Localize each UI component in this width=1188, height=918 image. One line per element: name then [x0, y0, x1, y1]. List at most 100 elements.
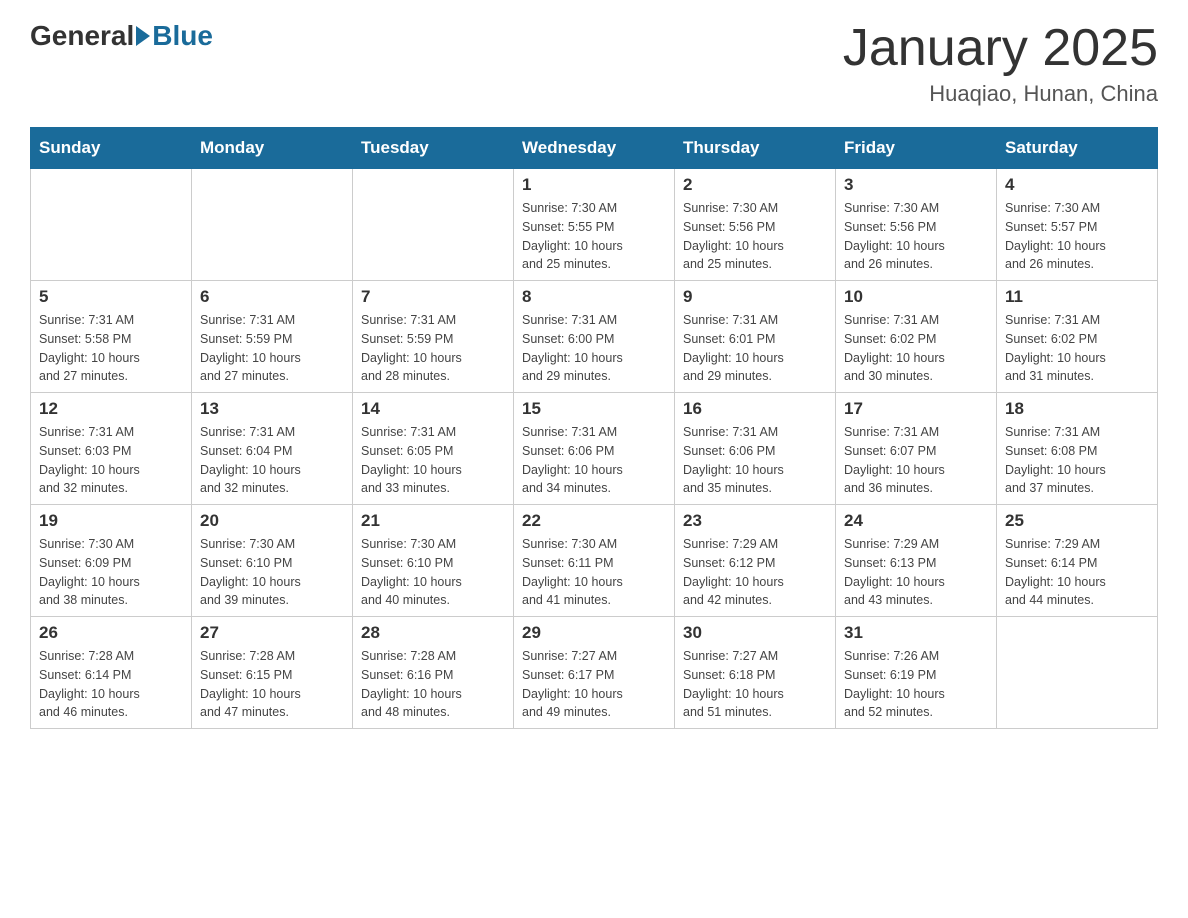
day-info: Sunrise: 7:31 AMSunset: 5:59 PMDaylight:…: [361, 311, 505, 386]
calendar-cell: 3 Sunrise: 7:30 AMSunset: 5:56 PMDaylight…: [836, 169, 997, 281]
calendar-cell: 9 Sunrise: 7:31 AMSunset: 6:01 PMDaylight…: [675, 281, 836, 393]
title-section: January 2025 Huaqiao, Hunan, China: [843, 20, 1158, 107]
week-row-2: 5 Sunrise: 7:31 AMSunset: 5:58 PMDaylight…: [31, 281, 1158, 393]
calendar-cell: 18 Sunrise: 7:31 AMSunset: 6:08 PMDayligh…: [997, 393, 1158, 505]
day-number: 6: [200, 287, 344, 307]
day-header-monday: Monday: [192, 128, 353, 169]
day-info: Sunrise: 7:31 AMSunset: 6:01 PMDaylight:…: [683, 311, 827, 386]
day-number: 17: [844, 399, 988, 419]
days-of-week-row: SundayMondayTuesdayWednesdayThursdayFrid…: [31, 128, 1158, 169]
day-number: 31: [844, 623, 988, 643]
calendar-cell: 19 Sunrise: 7:30 AMSunset: 6:09 PMDayligh…: [31, 505, 192, 617]
day-number: 19: [39, 511, 183, 531]
calendar-cell: 5 Sunrise: 7:31 AMSunset: 5:58 PMDaylight…: [31, 281, 192, 393]
day-number: 22: [522, 511, 666, 531]
calendar-cell: 31 Sunrise: 7:26 AMSunset: 6:19 PMDayligh…: [836, 617, 997, 729]
calendar-cell: 7 Sunrise: 7:31 AMSunset: 5:59 PMDaylight…: [353, 281, 514, 393]
calendar-cell: 17 Sunrise: 7:31 AMSunset: 6:07 PMDayligh…: [836, 393, 997, 505]
day-number: 18: [1005, 399, 1149, 419]
day-number: 3: [844, 175, 988, 195]
day-info: Sunrise: 7:29 AMSunset: 6:12 PMDaylight:…: [683, 535, 827, 610]
calendar-cell: 16 Sunrise: 7:31 AMSunset: 6:06 PMDayligh…: [675, 393, 836, 505]
day-info: Sunrise: 7:29 AMSunset: 6:13 PMDaylight:…: [844, 535, 988, 610]
day-info: Sunrise: 7:28 AMSunset: 6:16 PMDaylight:…: [361, 647, 505, 722]
day-number: 24: [844, 511, 988, 531]
day-number: 30: [683, 623, 827, 643]
day-info: Sunrise: 7:30 AMSunset: 5:56 PMDaylight:…: [683, 199, 827, 274]
calendar-cell: 12 Sunrise: 7:31 AMSunset: 6:03 PMDayligh…: [31, 393, 192, 505]
calendar-cell: 2Sunrise: 7:30 AMSunset: 5:56 PMDaylight…: [675, 169, 836, 281]
calendar-cell: 4Sunrise: 7:30 AMSunset: 5:57 PMDaylight…: [997, 169, 1158, 281]
location-title: Huaqiao, Hunan, China: [843, 81, 1158, 107]
day-number: 16: [683, 399, 827, 419]
week-row-1: 1Sunrise: 7:30 AMSunset: 5:55 PMDaylight…: [31, 169, 1158, 281]
day-info: Sunrise: 7:26 AMSunset: 6:19 PMDaylight:…: [844, 647, 988, 722]
logo-blue-text: Blue: [152, 20, 213, 52]
day-number: 26: [39, 623, 183, 643]
calendar-cell: 30 Sunrise: 7:27 AMSunset: 6:18 PMDayligh…: [675, 617, 836, 729]
calendar-cell: 14 Sunrise: 7:31 AMSunset: 6:05 PMDayligh…: [353, 393, 514, 505]
day-number: 25: [1005, 511, 1149, 531]
day-number: 11: [1005, 287, 1149, 307]
week-row-4: 19 Sunrise: 7:30 AMSunset: 6:09 PMDayligh…: [31, 505, 1158, 617]
calendar-cell: [192, 169, 353, 281]
calendar-cell: 22 Sunrise: 7:30 AMSunset: 6:11 PMDayligh…: [514, 505, 675, 617]
calendar-cell: 24 Sunrise: 7:29 AMSunset: 6:13 PMDayligh…: [836, 505, 997, 617]
day-number: 14: [361, 399, 505, 419]
day-number: 23: [683, 511, 827, 531]
day-header-wednesday: Wednesday: [514, 128, 675, 169]
calendar-cell: [997, 617, 1158, 729]
calendar-cell: 27Sunrise: 7:28 AMSunset: 6:15 PMDayligh…: [192, 617, 353, 729]
calendar-cell: 21Sunrise: 7:30 AMSunset: 6:10 PMDayligh…: [353, 505, 514, 617]
day-info: Sunrise: 7:30 AMSunset: 5:56 PMDaylight:…: [844, 199, 988, 274]
day-number: 12: [39, 399, 183, 419]
day-info: Sunrise: 7:28 AMSunset: 6:14 PMDaylight:…: [39, 647, 183, 722]
calendar-table: SundayMondayTuesdayWednesdayThursdayFrid…: [30, 127, 1158, 729]
day-info: Sunrise: 7:31 AMSunset: 6:05 PMDaylight:…: [361, 423, 505, 498]
page-header: General Blue January 2025 Huaqiao, Hunan…: [30, 20, 1158, 107]
day-info: Sunrise: 7:31 AMSunset: 6:06 PMDaylight:…: [683, 423, 827, 498]
day-info: Sunrise: 7:31 AMSunset: 6:07 PMDaylight:…: [844, 423, 988, 498]
calendar-cell: [353, 169, 514, 281]
day-header-tuesday: Tuesday: [353, 128, 514, 169]
day-number: 10: [844, 287, 988, 307]
day-info: Sunrise: 7:30 AMSunset: 6:09 PMDaylight:…: [39, 535, 183, 610]
calendar-cell: 13 Sunrise: 7:31 AMSunset: 6:04 PMDayligh…: [192, 393, 353, 505]
calendar-cell: 25Sunrise: 7:29 AMSunset: 6:14 PMDayligh…: [997, 505, 1158, 617]
week-row-5: 26 Sunrise: 7:28 AMSunset: 6:14 PMDayligh…: [31, 617, 1158, 729]
day-info: Sunrise: 7:31 AMSunset: 6:02 PMDaylight:…: [1005, 311, 1149, 386]
day-info: Sunrise: 7:30 AMSunset: 5:57 PMDaylight:…: [1005, 199, 1149, 274]
day-info: Sunrise: 7:30 AMSunset: 6:11 PMDaylight:…: [522, 535, 666, 610]
calendar-cell: [31, 169, 192, 281]
day-number: 20: [200, 511, 344, 531]
day-header-friday: Friday: [836, 128, 997, 169]
day-info: Sunrise: 7:31 AMSunset: 6:04 PMDaylight:…: [200, 423, 344, 498]
calendar-cell: 23 Sunrise: 7:29 AMSunset: 6:12 PMDayligh…: [675, 505, 836, 617]
logo-general-text: General: [30, 20, 134, 52]
day-info: Sunrise: 7:28 AMSunset: 6:15 PMDaylight:…: [200, 647, 344, 722]
day-number: 5: [39, 287, 183, 307]
day-info: Sunrise: 7:31 AMSunset: 5:58 PMDaylight:…: [39, 311, 183, 386]
logo-arrow-icon: [136, 26, 150, 46]
day-info: Sunrise: 7:31 AMSunset: 6:08 PMDaylight:…: [1005, 423, 1149, 498]
calendar-cell: 15Sunrise: 7:31 AMSunset: 6:06 PMDayligh…: [514, 393, 675, 505]
day-number: 21: [361, 511, 505, 531]
day-number: 8: [522, 287, 666, 307]
day-number: 9: [683, 287, 827, 307]
calendar-cell: 29Sunrise: 7:27 AMSunset: 6:17 PMDayligh…: [514, 617, 675, 729]
calendar-header: SundayMondayTuesdayWednesdayThursdayFrid…: [31, 128, 1158, 169]
calendar-cell: 1Sunrise: 7:30 AMSunset: 5:55 PMDaylight…: [514, 169, 675, 281]
day-number: 28: [361, 623, 505, 643]
month-title: January 2025: [843, 20, 1158, 77]
calendar-cell: 20 Sunrise: 7:30 AMSunset: 6:10 PMDayligh…: [192, 505, 353, 617]
calendar-cell: 26 Sunrise: 7:28 AMSunset: 6:14 PMDayligh…: [31, 617, 192, 729]
day-info: Sunrise: 7:31 AMSunset: 6:03 PMDaylight:…: [39, 423, 183, 498]
day-number: 13: [200, 399, 344, 419]
day-info: Sunrise: 7:27 AMSunset: 6:18 PMDaylight:…: [683, 647, 827, 722]
calendar-cell: 28 Sunrise: 7:28 AMSunset: 6:16 PMDayligh…: [353, 617, 514, 729]
day-info: Sunrise: 7:30 AMSunset: 6:10 PMDaylight:…: [200, 535, 344, 610]
day-number: 7: [361, 287, 505, 307]
day-info: Sunrise: 7:27 AMSunset: 6:17 PMDaylight:…: [522, 647, 666, 722]
day-header-saturday: Saturday: [997, 128, 1158, 169]
logo: General Blue: [30, 20, 213, 52]
